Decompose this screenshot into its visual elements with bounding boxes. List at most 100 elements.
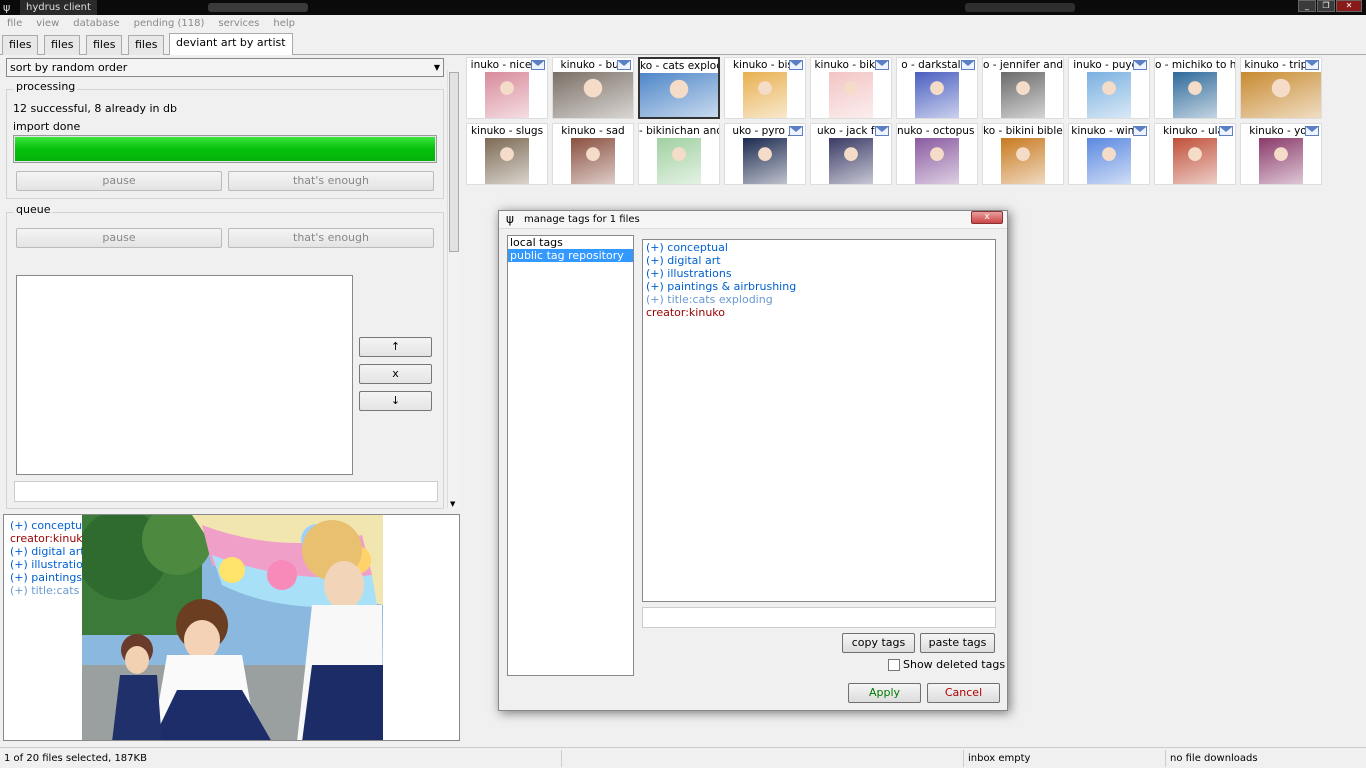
scroll-down-icon[interactable]: ▼ — [450, 500, 455, 508]
tab-files-4[interactable]: files — [128, 35, 165, 55]
menu-view[interactable]: view — [29, 15, 66, 32]
thumbnail[interactable]: o - jennifer and t — [982, 57, 1064, 119]
close-window-button[interactable]: ✕ — [1336, 0, 1362, 12]
thumbnail[interactable]: kinuko - winch — [1068, 123, 1150, 185]
queue-pause-button[interactable]: pause — [16, 228, 222, 248]
remove-button[interactable]: x — [359, 364, 432, 384]
dialog-close-button[interactable]: x — [971, 211, 1003, 224]
thumbnail-image — [1241, 72, 1321, 118]
dialog-tag[interactable]: (+) paintings & airbrushing — [646, 280, 992, 293]
preview-tag[interactable]: (+) digital art — [10, 545, 82, 558]
service-public-tag-repository[interactable]: public tag repository — [508, 249, 633, 262]
thumbnail[interactable]: inuko - puyop — [1068, 57, 1150, 119]
tab-files-1[interactable]: files — [2, 35, 39, 55]
thumbnail-image — [743, 72, 787, 118]
dialog-tag[interactable]: creator:kinuko — [646, 306, 992, 319]
thumbnail[interactable]: uko - pyro ja — [724, 123, 806, 185]
processing-enough-button[interactable]: that's enough — [228, 171, 434, 191]
tag-input[interactable] — [642, 607, 996, 628]
window-title: hydrus client — [20, 0, 97, 15]
thumbnail[interactable]: inuko - nice ci — [466, 57, 548, 119]
inbox-mail-icon — [1305, 60, 1319, 70]
thumbnail[interactable]: o - michiko to ha — [1154, 57, 1236, 119]
thumbnail[interactable]: kinuko - tripty — [1240, 57, 1322, 119]
preview-image[interactable] — [82, 515, 383, 740]
thumbnail[interactable]: nuko - octopus gi — [896, 123, 978, 185]
tab-files-3[interactable]: files — [86, 35, 123, 55]
apply-button[interactable]: Apply — [848, 683, 921, 703]
thumbnail-caption: ko - bikini bible-c — [983, 124, 1063, 138]
title-bar: ψ hydrus client _ ❐ ✕ — [0, 0, 1366, 15]
page-tabs: files files files files deviant art by a… — [0, 33, 1366, 55]
thumbnail[interactable]: ko - bikini bible-c — [982, 123, 1064, 185]
queue-enough-button[interactable]: that's enough — [228, 228, 434, 248]
move-down-button[interactable]: ↓ — [359, 391, 432, 411]
thumbnail-image — [485, 72, 529, 118]
scrollbar-thumb[interactable] — [449, 72, 459, 252]
tab-files-2[interactable]: files — [44, 35, 81, 55]
preview-tag[interactable]: (+) illustrations — [10, 558, 82, 571]
menu-file[interactable]: file — [0, 15, 29, 32]
thumbnail[interactable]: kinuko - bikini — [810, 57, 892, 119]
thumbnail[interactable]: kinuko - slugs — [466, 123, 548, 185]
thumbnail-image — [1087, 72, 1131, 118]
thumbnail-image — [1001, 72, 1045, 118]
paste-tags-button[interactable]: paste tags — [920, 633, 995, 653]
dialog-tag[interactable]: (+) illustrations — [646, 267, 992, 280]
thumbnail[interactable]: kinuko - bug — [552, 57, 634, 119]
thumbnail-caption: o - jennifer and t — [983, 58, 1063, 72]
copy-tags-button[interactable]: copy tags — [842, 633, 915, 653]
thumbnail-caption: kinuko - sad — [553, 124, 633, 138]
thumbnail[interactable]: uko - jack fro — [810, 123, 892, 185]
thumbnail-image — [571, 138, 615, 184]
menu-pending[interactable]: pending (118) — [127, 15, 212, 32]
preview-tag[interactable]: (+) conceptual — [10, 519, 82, 532]
taskbar-blur — [208, 3, 308, 12]
thumbnail-image — [1001, 138, 1045, 184]
dialog-tag[interactable]: (+) digital art — [646, 254, 992, 267]
dialog-tag[interactable]: (+) conceptual — [646, 241, 992, 254]
thumbnail-image — [1173, 72, 1217, 118]
service-local-tags[interactable]: local tags — [508, 236, 633, 249]
minimize-button[interactable]: _ — [1298, 0, 1316, 12]
inbox-mail-icon — [961, 60, 975, 70]
download-status: no file downloads — [1170, 753, 1258, 764]
show-deleted-checkbox[interactable] — [888, 659, 900, 671]
thumbnail[interactable]: kinuko - ulal — [1154, 123, 1236, 185]
thumbnail-image — [640, 73, 718, 117]
status-bar: 1 of 20 files selected, 187KB inbox empt… — [0, 747, 1366, 768]
app-icon: ψ — [506, 212, 514, 226]
preview-tag[interactable]: creator:kinuko — [10, 532, 82, 545]
thumbnail[interactable]: kinuko - bist — [724, 57, 806, 119]
cancel-button[interactable]: Cancel — [927, 683, 1000, 703]
queue-input[interactable] — [14, 481, 438, 502]
sort-select[interactable]: sort by random order ▼ — [6, 58, 444, 77]
preview-tag[interactable]: (+) paintings & airbrushing — [10, 571, 82, 584]
thumbnail-image — [829, 138, 873, 184]
import-status: import done — [13, 120, 81, 133]
queue-list[interactable] — [16, 275, 353, 475]
processing-pause-button[interactable]: pause — [16, 171, 222, 191]
thumbnail-caption: - bikinichan and — [639, 124, 719, 138]
tab-deviant-art[interactable]: deviant art by artist — [169, 33, 293, 55]
menu-database[interactable]: database — [66, 15, 126, 32]
preview-tag[interactable]: (+) title:cats exploding — [10, 584, 82, 597]
move-up-button[interactable]: ↑ — [359, 337, 432, 357]
thumbnail[interactable]: kinuko - sad — [552, 123, 634, 185]
maximize-button[interactable]: ❐ — [1317, 0, 1335, 12]
progress-bar — [13, 135, 437, 163]
menu-services[interactable]: services — [211, 15, 266, 32]
thumbnail[interactable]: ko - cats explod — [638, 57, 720, 119]
preview-panel: (+) conceptual creator:kinuko (+) digita… — [3, 514, 460, 741]
dialog-tag[interactable]: (+) title:cats exploding — [646, 293, 992, 306]
thumbnail[interactable]: kinuko - yok — [1240, 123, 1322, 185]
management-scrollbar[interactable]: ▼ — [447, 70, 460, 508]
menu-help[interactable]: help — [266, 15, 302, 32]
thumbnail-image — [743, 138, 787, 184]
thumbnail-image — [553, 72, 633, 118]
menu-bar: file view database pending (118) service… — [0, 15, 1366, 32]
queue-group: queue pause that's enough ↑ x ↓ — [6, 203, 444, 509]
inbox-mail-icon — [1133, 126, 1147, 136]
thumbnail[interactable]: - bikinichan and — [638, 123, 720, 185]
thumbnail[interactable]: o - darkstalke — [896, 57, 978, 119]
